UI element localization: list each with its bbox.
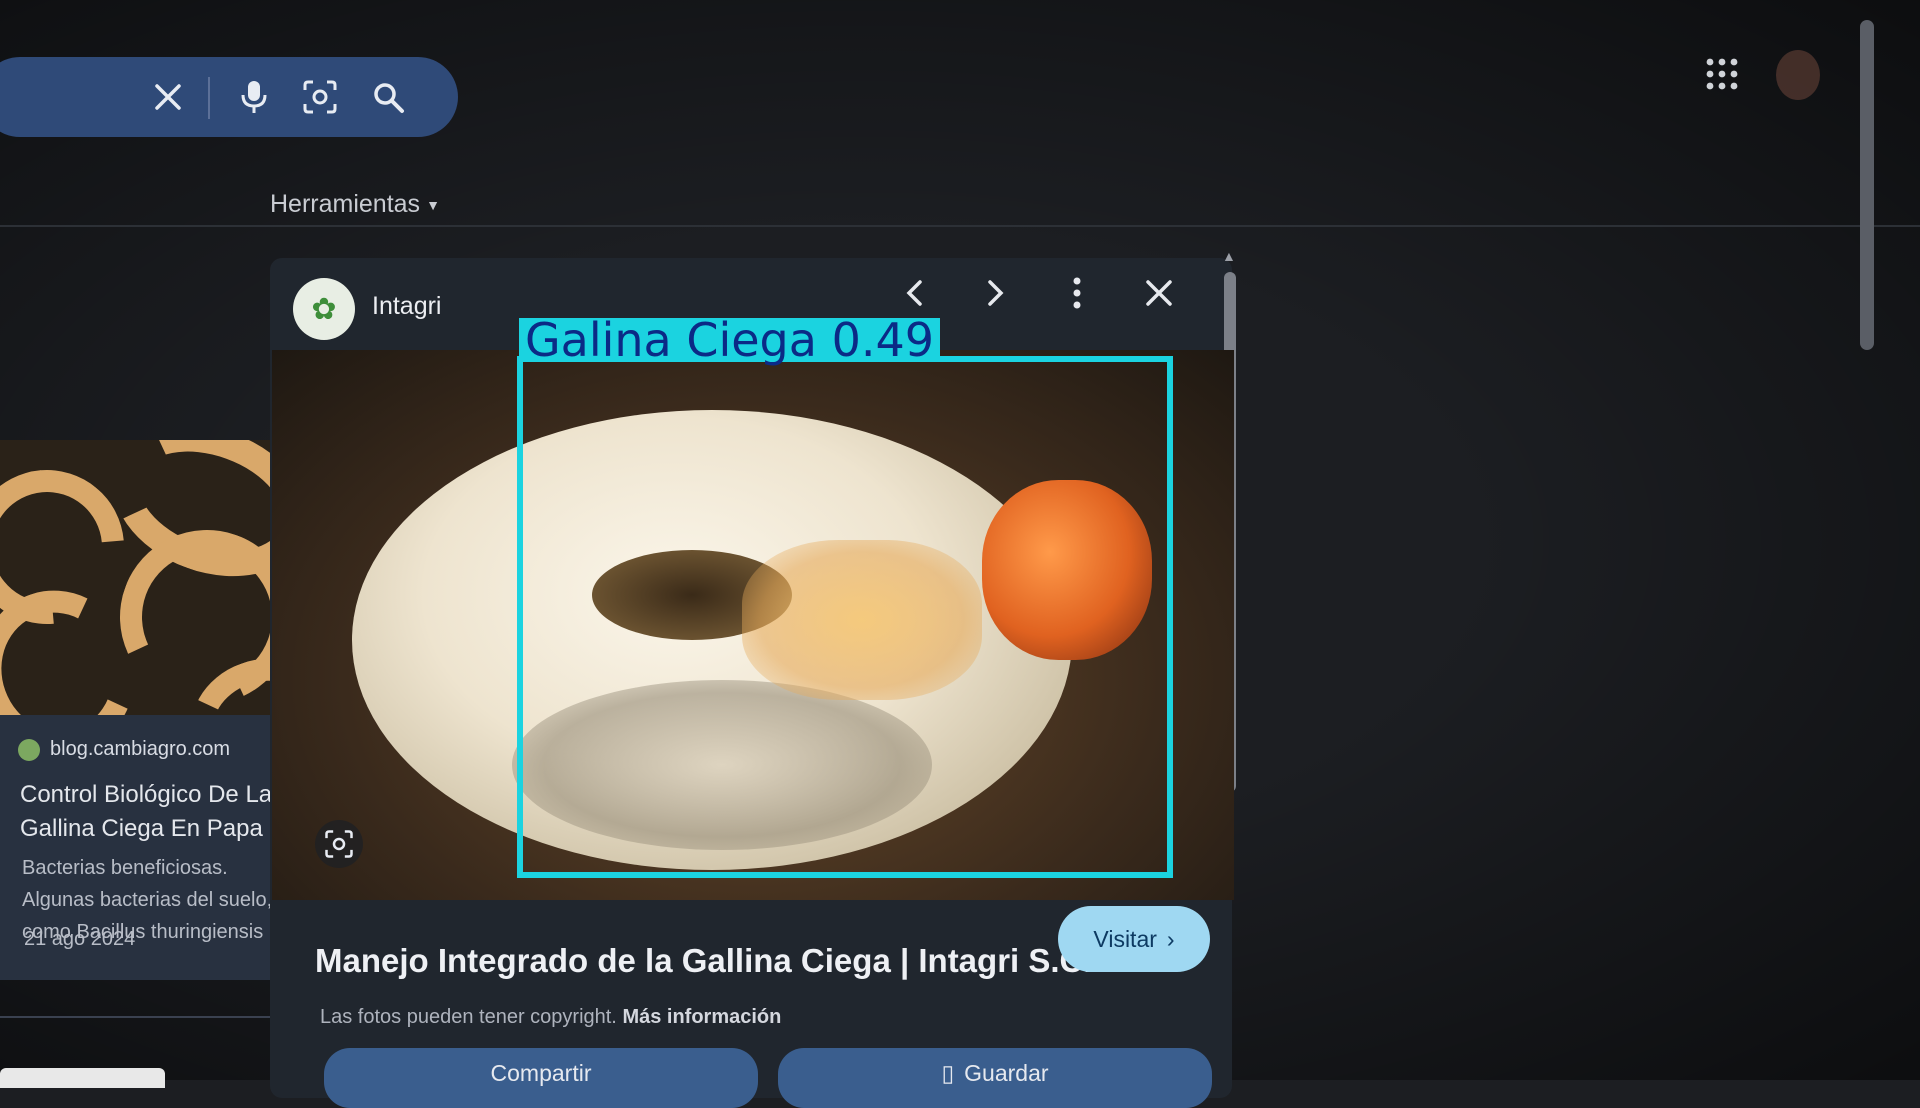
lens-search-icon[interactable] [315,820,363,868]
left-result-source-text: blog.cambiagro.com [50,738,231,760]
share-label: Compartir [490,1060,592,1086]
copyright-text: Las fotos pueden tener copyright. [320,1006,617,1028]
site-favicon-icon [18,738,40,761]
search-divider [208,77,210,119]
copyright-notice: Las fotos pueden tener copyright. Más in… [320,1006,781,1029]
left-result-card[interactable]: blog.cambiagro.com Control Biológico De … [0,440,290,980]
result-title[interactable]: Manejo Integrado de la Gallina Ciega | I… [315,942,1093,980]
close-panel-button[interactable] [1136,270,1182,316]
chevron-down-icon: ▼ [426,197,440,214]
save-button[interactable]: ▯ Guardar [778,1048,1212,1108]
close-icon [1146,280,1172,306]
more-vert-icon [1073,277,1081,309]
tools-label-text: Herramientas [270,190,421,218]
account-avatar[interactable] [1776,50,1820,100]
leaf-logo-icon: ✿ [311,292,337,326]
detection-label: Galina Ciega 0.49 [519,317,940,363]
page-scrollbar[interactable] [1860,20,1874,350]
lens-icon[interactable] [300,77,340,117]
previous-button[interactable] [892,270,938,316]
next-button[interactable] [972,270,1018,316]
left-divider [0,1016,290,1018]
search-icon[interactable] [368,77,408,117]
mic-icon[interactable] [234,77,274,117]
more-options-button[interactable] [1054,270,1100,316]
source-logo[interactable]: ✿ [293,278,355,340]
chevron-left-icon [906,280,922,306]
close-icon[interactable] [148,77,188,117]
left-result-title[interactable]: Control Biológico De La Gallina Ciega En… [20,778,290,846]
header-divider [0,225,1920,227]
share-button[interactable]: Compartir [324,1048,758,1108]
visit-button[interactable]: Visitar › [1058,906,1210,972]
left-result-thumbnail[interactable] [0,440,290,715]
chevron-right-icon [988,280,1004,306]
chevron-right-icon: › [1166,925,1175,952]
detection-bounding-box [517,356,1173,878]
scroll-up-arrow-icon[interactable]: ▲ [1222,248,1236,264]
tools-dropdown[interactable]: Herramientas ▼ [270,190,440,219]
more-info-link[interactable]: Más información [622,1006,781,1028]
bottom-tab[interactable] [0,1068,165,1088]
visit-label: Visitar [1093,925,1157,952]
bookmark-icon: ▯ [941,1060,955,1086]
left-result-source[interactable]: blog.cambiagro.com [18,738,230,761]
apps-grid-icon[interactable] [1704,56,1740,92]
search-bar[interactable] [0,57,458,137]
save-label: Guardar [964,1060,1049,1086]
left-result-date: 21 ago 2024 [24,928,136,950]
source-name[interactable]: Intagri [372,292,441,321]
